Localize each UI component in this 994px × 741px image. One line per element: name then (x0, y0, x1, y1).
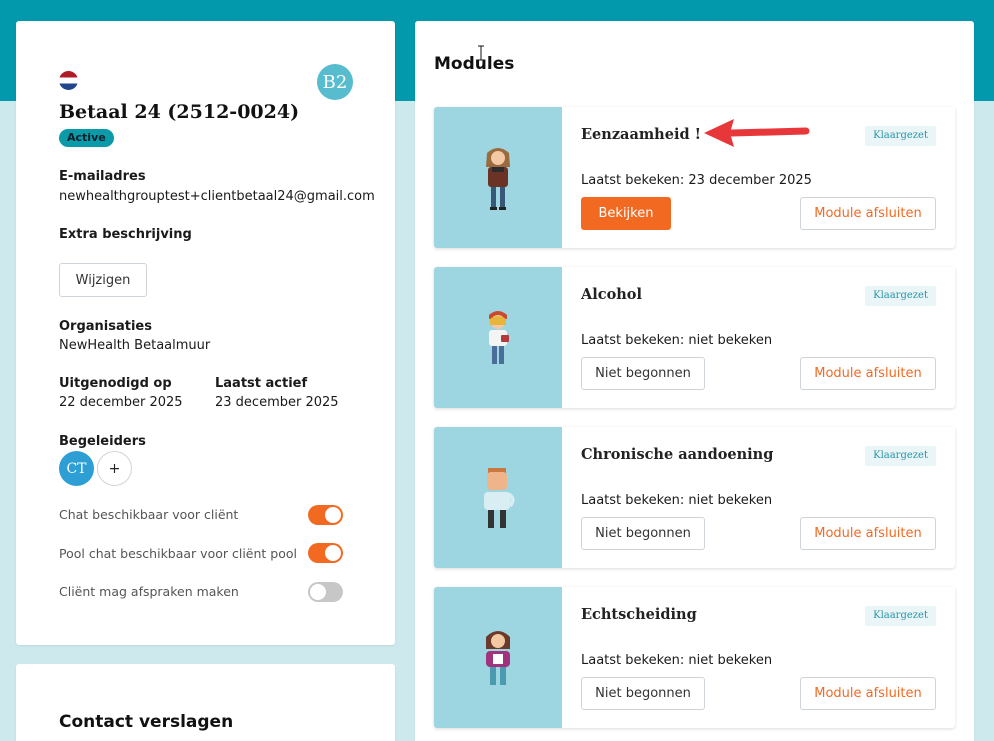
close-module-button[interactable]: Module afsluiten (800, 197, 936, 230)
appointments-toggle[interactable] (308, 582, 343, 602)
invited-label: Uitgenodigd op (59, 376, 172, 391)
module-card-alcohol: Alcohol Klaargezet Laatst bekeken: niet … (434, 267, 955, 408)
divorce-person-illustration (434, 587, 562, 728)
module-status-tag: Klaargezet (865, 126, 936, 146)
module-last-viewed: Laatst bekeken: niet bekeken (581, 653, 773, 668)
not-started-button[interactable]: Niet begonnen (581, 517, 705, 550)
toggle-knob (325, 545, 341, 561)
chat-toggle[interactable] (308, 505, 343, 525)
toggle-label-chat: Chat beschikbaar voor cliënt (59, 507, 239, 522)
client-details-card: B2 Betaal 24 (2512-0024) Active E-mailad… (16, 21, 395, 645)
contact-reports-card: Contact verslagen (16, 664, 395, 741)
email-value: newhealthgrouptest+clientbetaal24@gmail.… (59, 189, 375, 204)
level-avatar: B2 (317, 64, 353, 100)
module-status-tag: Klaargezet (865, 606, 936, 626)
module-name: Alcohol (581, 286, 642, 303)
close-module-button[interactable]: Module afsluiten (800, 517, 936, 550)
module-name: Chronische aandoening (581, 446, 774, 463)
module-card-chronische-aandoening: Chronische aandoening Klaargezet Laatst … (434, 427, 955, 568)
alcohol-person-illustration (434, 267, 562, 408)
organisations-label: Organisaties (59, 319, 152, 334)
pool-chat-toggle[interactable] (308, 543, 343, 563)
module-name: Eenzaamheid ! (581, 126, 702, 143)
extra-description-label: Extra beschrijving (59, 227, 192, 242)
module-card-echtscheiding: Echtscheiding Klaargezet Laatst bekeken:… (434, 587, 955, 728)
module-status-tag: Klaargezet (865, 446, 936, 466)
netherlands-flag-icon (59, 71, 78, 90)
modules-title: Modules (434, 54, 515, 74)
toggle-label-pool-chat: Pool chat beschikbaar voor cliënt pool (59, 546, 297, 561)
client-name: Betaal 24 (2512-0024) (59, 101, 300, 123)
close-module-button[interactable]: Module afsluiten (800, 357, 936, 390)
view-module-button[interactable]: Bekijken (581, 197, 671, 230)
module-last-viewed: Laatst bekeken: niet bekeken (581, 493, 773, 508)
modules-card: Modules Eenzaamheid ! Klaargezet Laatst … (415, 21, 974, 741)
module-card-eenzaamheid: Eenzaamheid ! Klaargezet Laatst bekeken:… (434, 107, 955, 248)
coaches-label: Begeleiders (59, 434, 146, 449)
not-started-button[interactable]: Niet begonnen (581, 677, 705, 710)
text-cursor-icon (478, 45, 484, 61)
invited-value: 22 december 2025 (59, 395, 183, 410)
close-module-button[interactable]: Module afsluiten (800, 677, 936, 710)
coach-avatar[interactable]: CT (59, 451, 94, 486)
module-status-tag: Klaargezet (865, 286, 936, 306)
annotation-arrow-icon (704, 119, 810, 147)
organisations-value: NewHealth Betaalmuur (59, 338, 211, 353)
contact-reports-title: Contact verslagen (59, 712, 234, 732)
status-badge: Active (59, 129, 114, 147)
toggle-label-appointments: Cliënt mag afspraken maken (59, 584, 239, 599)
last-active-value: 23 december 2025 (215, 395, 339, 410)
toggle-knob (325, 507, 341, 523)
last-active-label: Laatst actief (215, 376, 308, 391)
module-name: Echtscheiding (581, 606, 697, 623)
email-label: E-mailadres (59, 169, 146, 184)
toggle-knob (310, 584, 326, 600)
chronic-person-illustration (434, 427, 562, 568)
not-started-button[interactable]: Niet begonnen (581, 357, 705, 390)
add-coach-button[interactable]: + (97, 451, 132, 486)
lonely-person-illustration (434, 107, 562, 248)
edit-button[interactable]: Wijzigen (59, 263, 147, 297)
module-last-viewed: Laatst bekeken: niet bekeken (581, 333, 773, 348)
module-last-viewed: Laatst bekeken: 23 december 2025 (581, 173, 812, 188)
